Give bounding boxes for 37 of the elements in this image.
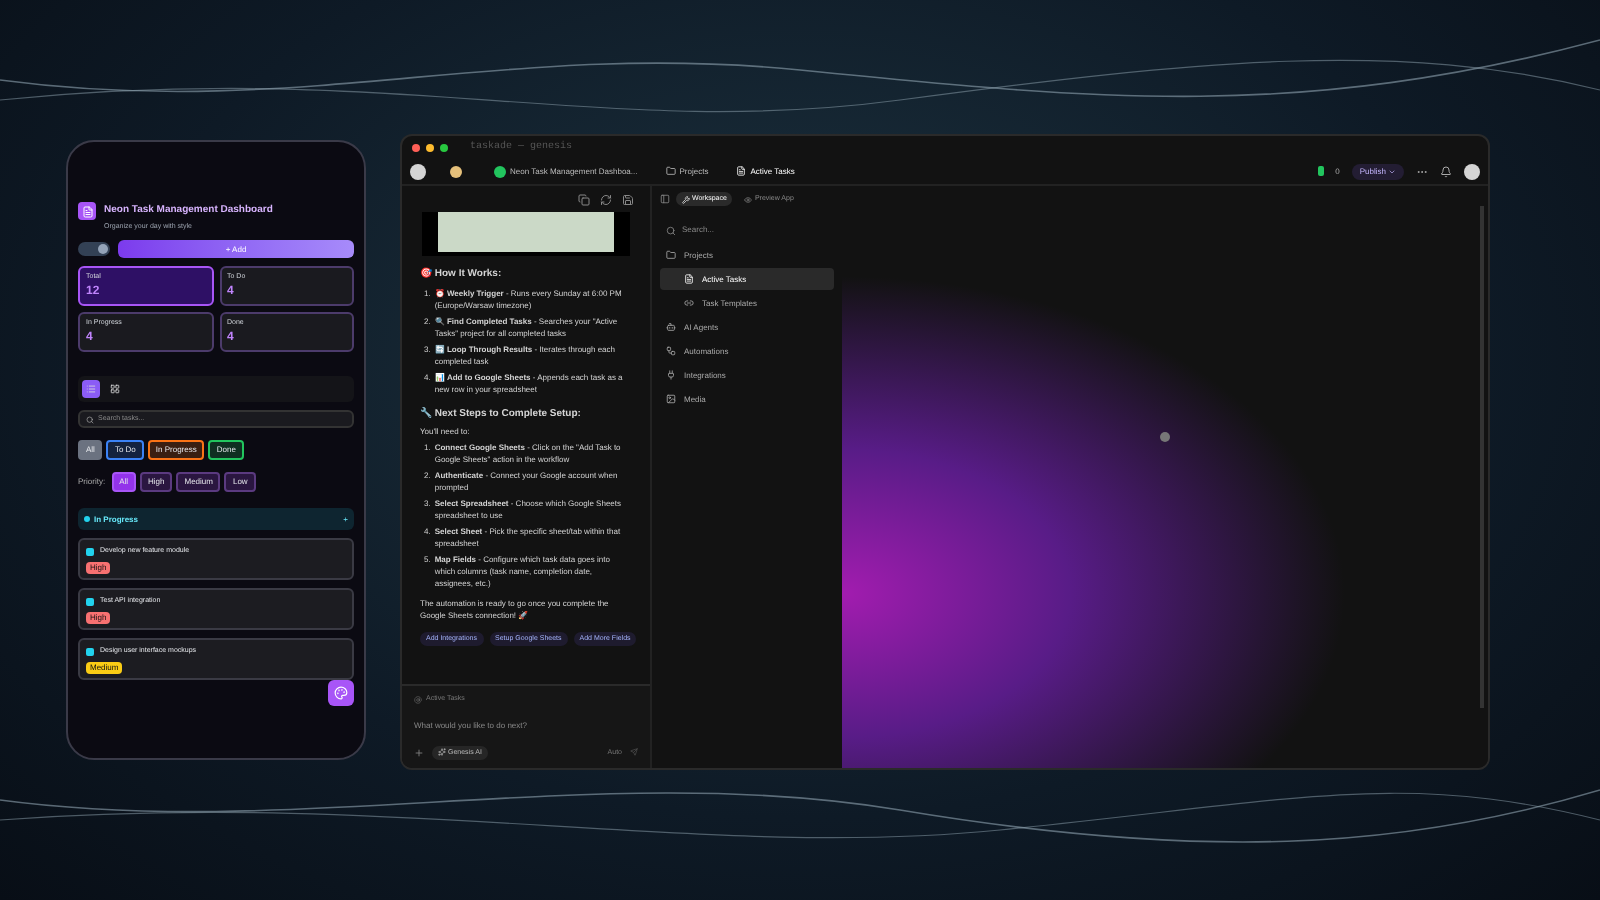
minimize-window-icon[interactable]: [426, 143, 434, 151]
doc-icon: [684, 274, 694, 284]
refresh-icon[interactable]: [600, 193, 612, 205]
image-icon: [666, 394, 676, 404]
document-icon: [736, 166, 747, 176]
list-view-icon[interactable]: [82, 380, 100, 399]
palette-icon: [334, 686, 348, 700]
folder-icon: [666, 250, 676, 260]
avatar-icon[interactable]: [410, 163, 426, 179]
eye-icon: [744, 195, 753, 203]
workspace-icon[interactable]: [450, 165, 462, 177]
sparkles-icon: [438, 748, 446, 757]
bot-icon: [666, 322, 676, 332]
app-logo-icon: [78, 202, 96, 220]
close-window-icon[interactable]: [412, 143, 420, 151]
plug-icon: [666, 370, 676, 380]
floating-action-button[interactable]: [328, 680, 354, 706]
panel-toggle-icon[interactable]: [660, 194, 670, 204]
copy-icon[interactable]: [578, 193, 590, 205]
task-status-icon: [86, 647, 94, 656]
plus-icon[interactable]: [414, 747, 424, 758]
task-status-icon: [86, 597, 94, 606]
folder-icon: [665, 166, 676, 176]
save-icon[interactable]: [622, 193, 634, 205]
notification-icon[interactable]: [1440, 165, 1452, 177]
wrench-icon: [682, 195, 690, 203]
task-status-icon: [86, 547, 94, 556]
search-icon: [86, 415, 94, 424]
link-icon: [684, 298, 694, 308]
theme-toggle[interactable]: [78, 242, 110, 257]
user-avatar-icon[interactable]: [1464, 163, 1480, 179]
loading-spinner-icon: [1160, 432, 1170, 442]
search-icon: [666, 225, 676, 235]
grid-view-icon[interactable]: [106, 380, 124, 399]
flow-icon: [666, 346, 676, 356]
mention-icon: [414, 695, 422, 704]
maximize-window-icon[interactable]: [440, 143, 448, 151]
